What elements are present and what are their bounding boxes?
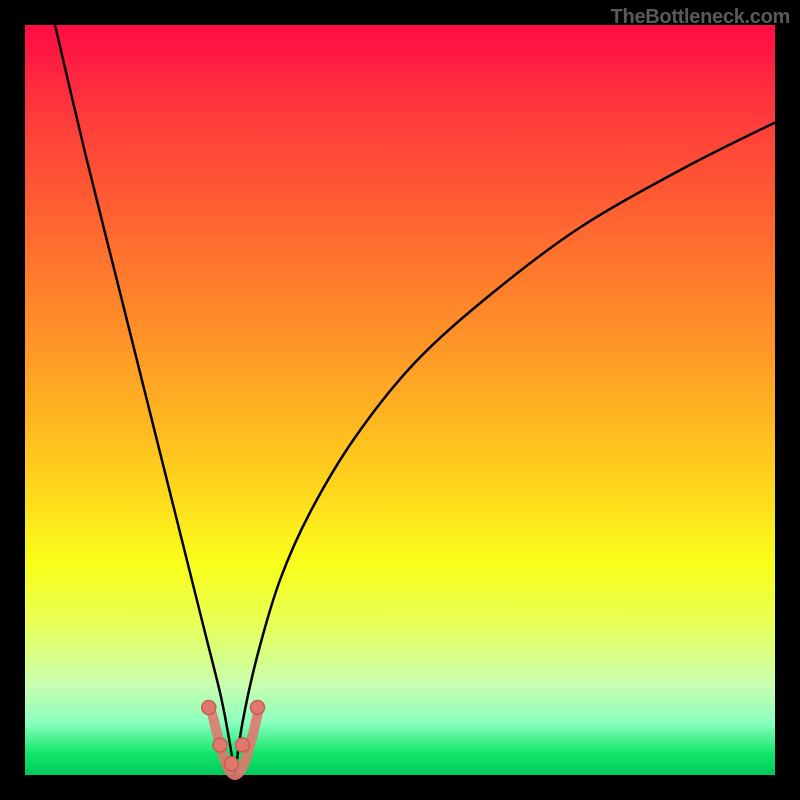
- watermark-text: TheBottleneck.com: [611, 6, 790, 29]
- data-marker: [224, 757, 238, 771]
- data-marker: [251, 701, 265, 715]
- data-marker: [202, 701, 216, 715]
- curve-left: [55, 25, 235, 775]
- bottleneck-curve: [25, 25, 775, 775]
- data-marker: [213, 738, 227, 752]
- data-marker: [236, 738, 250, 752]
- plot-area: [25, 25, 775, 775]
- curve-right: [235, 123, 775, 776]
